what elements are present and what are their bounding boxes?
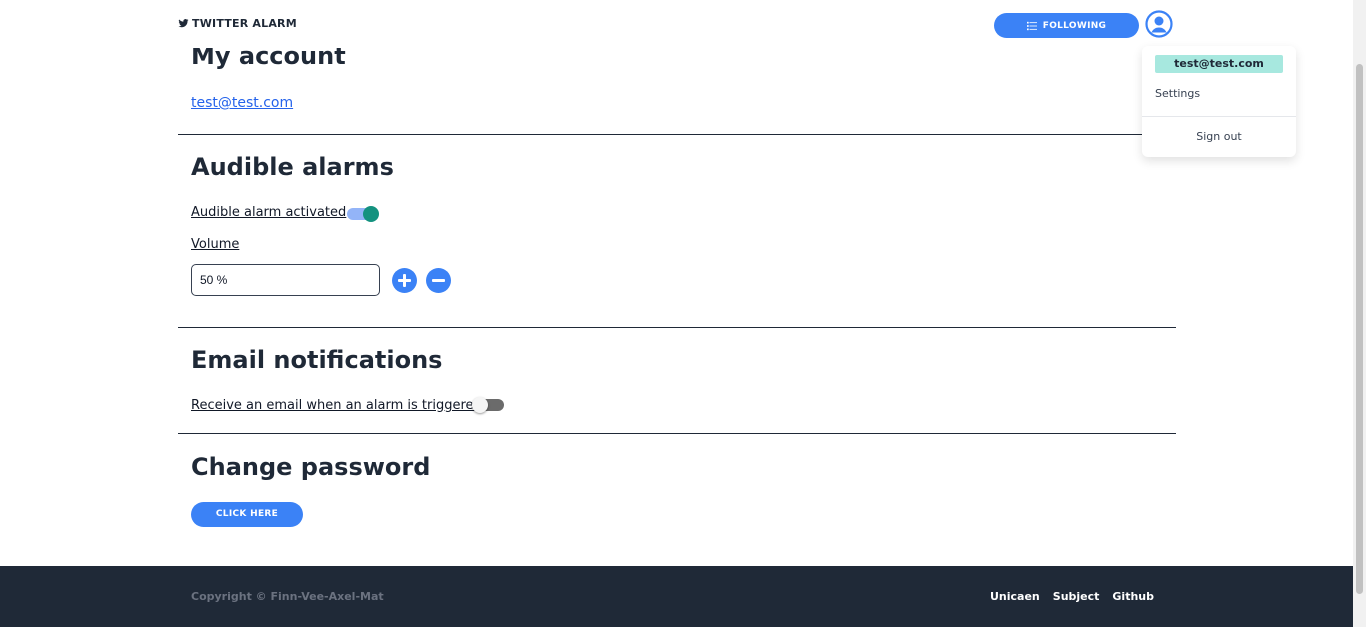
volume-increase-button[interactable] xyxy=(392,268,417,293)
email-notifications-title: Email notifications xyxy=(191,346,443,374)
audible-alarm-label[interactable]: Audible alarm activated xyxy=(191,205,346,220)
following-label: FOLLOWING xyxy=(1042,20,1107,31)
change-password-title: Change password xyxy=(191,453,431,481)
section-divider xyxy=(178,433,1176,434)
toggle-knob xyxy=(363,206,379,222)
account-email-link[interactable]: test@test.com xyxy=(191,95,293,111)
minus-icon xyxy=(432,279,445,282)
copyright-text: Copyright © Finn-Vee-Axel-Mat xyxy=(191,590,384,603)
page-scrollbar[interactable] xyxy=(1353,0,1366,627)
list-icon xyxy=(1026,21,1037,30)
section-divider xyxy=(178,327,1176,328)
volume-input[interactable]: 50 % xyxy=(191,264,380,296)
top-navbar: TWITTER ALARM FOLLOWING xyxy=(0,0,1353,48)
toggle-knob xyxy=(472,397,488,413)
scrollbar-thumb[interactable] xyxy=(1356,64,1363,594)
user-dropdown-menu: test@test.com Settings Sign out xyxy=(1142,46,1296,157)
section-divider xyxy=(178,134,1176,135)
dropdown-divider xyxy=(1142,116,1296,117)
twitter-bird-icon xyxy=(178,19,189,28)
email-notification-label[interactable]: Receive an email when an alarm is trigge… xyxy=(191,398,482,413)
audible-alarm-toggle[interactable] xyxy=(347,206,381,222)
audible-alarms-title: Audible alarms xyxy=(191,153,394,181)
user-avatar-button[interactable] xyxy=(1145,10,1173,38)
following-button[interactable]: FOLLOWING xyxy=(994,13,1139,38)
dropdown-settings-item[interactable]: Settings xyxy=(1155,87,1200,100)
user-circle-icon xyxy=(1145,10,1173,38)
footer-link-github[interactable]: Github xyxy=(1112,590,1154,603)
dropdown-user-email: test@test.com xyxy=(1155,55,1283,73)
plus-icon xyxy=(398,274,411,287)
volume-label: Volume xyxy=(191,237,240,252)
dropdown-signout-item[interactable]: Sign out xyxy=(1142,130,1296,143)
footer-link-unicaen[interactable]: Unicaen xyxy=(990,590,1040,603)
change-password-button[interactable]: CLICK HERE xyxy=(191,502,303,527)
footer: Copyright © Finn-Vee-Axel-Mat Unicaen Su… xyxy=(0,566,1353,627)
footer-links: Unicaen Subject Github xyxy=(990,590,1154,603)
footer-link-subject[interactable]: Subject xyxy=(1053,590,1100,603)
brand-label: TWITTER ALARM xyxy=(192,17,297,30)
volume-decrease-button[interactable] xyxy=(426,268,451,293)
email-notification-toggle[interactable] xyxy=(472,397,506,413)
brand-logo[interactable]: TWITTER ALARM xyxy=(178,17,297,30)
